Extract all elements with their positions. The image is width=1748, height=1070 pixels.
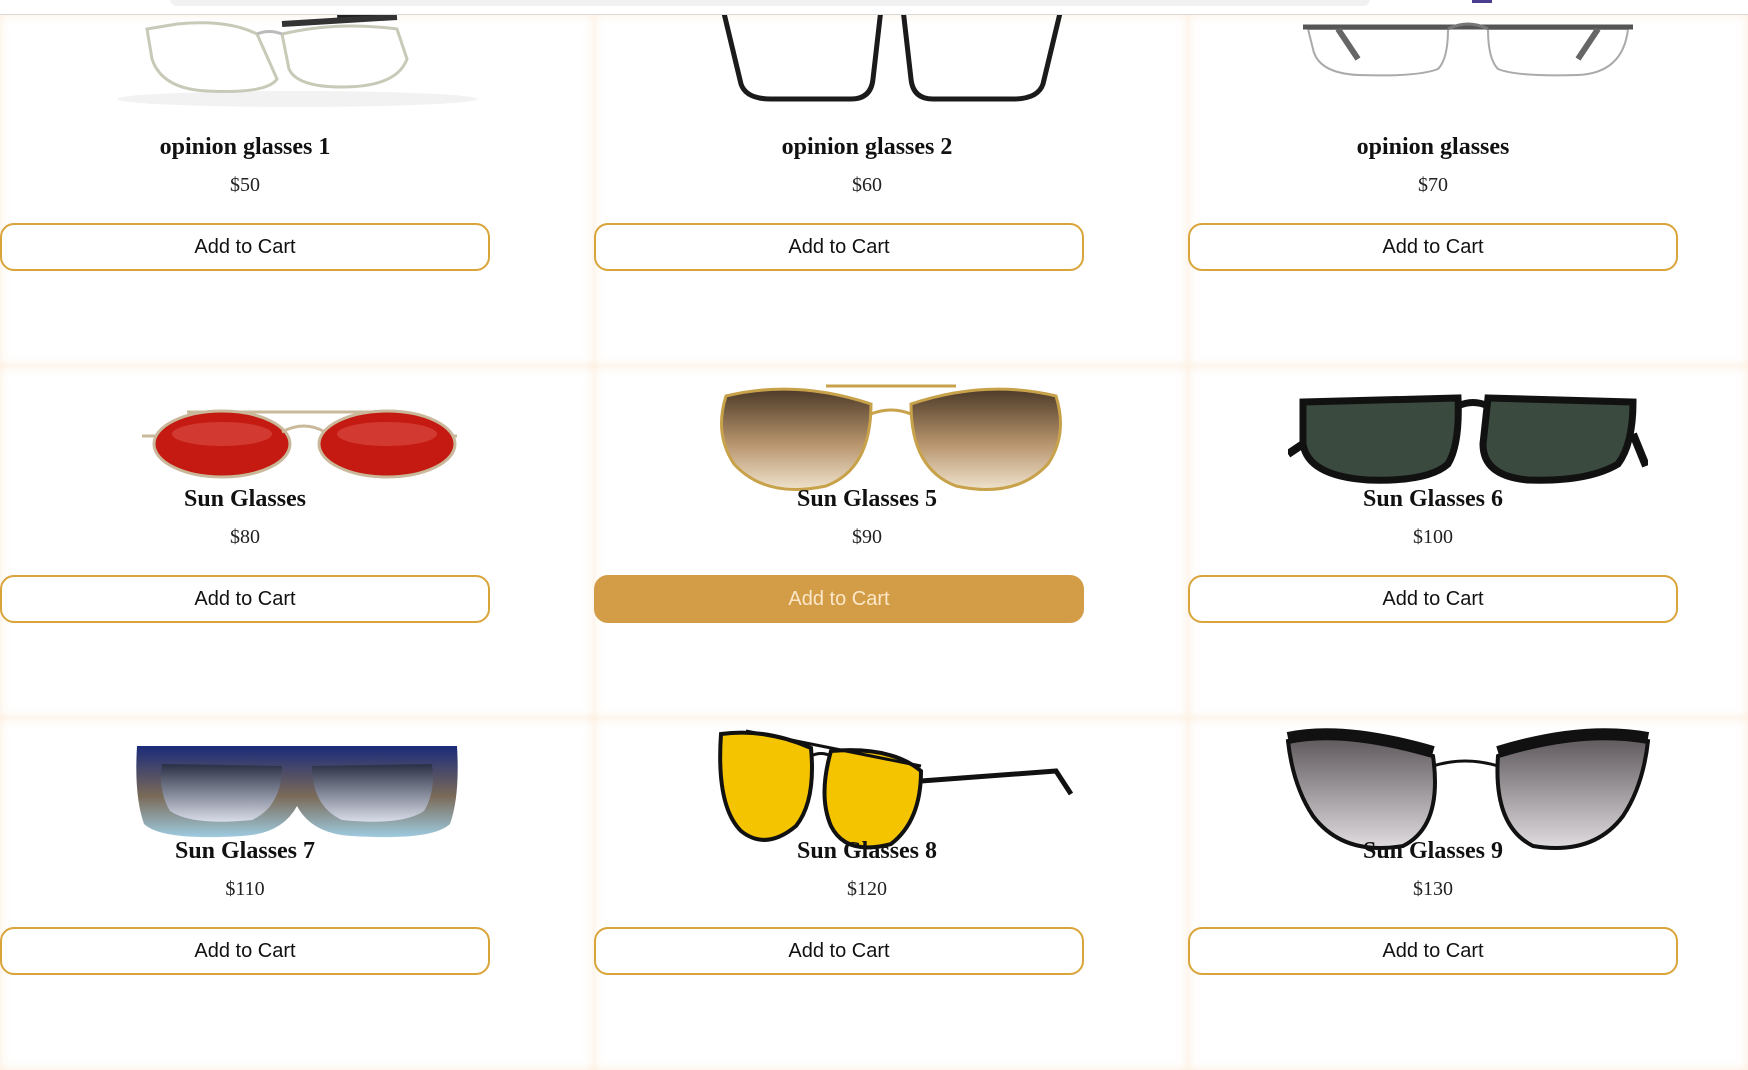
product-price: $130: [1413, 878, 1453, 900]
product-name: opinion glasses: [1356, 134, 1510, 160]
product-name: Sun Glasses 6: [1362, 486, 1504, 512]
product-price: $90: [852, 526, 882, 548]
product-price: $110: [225, 878, 265, 900]
product-name: opinion glasses 2: [781, 134, 953, 160]
eyeglasses-black-icon[interactable]: [594, 0, 1188, 114]
add-to-cart-button[interactable]: Add to Cart: [594, 927, 1084, 975]
add-to-cart-button[interactable]: Add to Cart: [0, 927, 490, 975]
product-grid: opinion glasses 1 $50 Add to Cart opinio…: [0, 0, 1748, 1070]
product-name: Sun Glasses 9: [1362, 838, 1504, 864]
product-name: Sun Glasses 5: [796, 486, 938, 512]
product-price: $70: [1418, 174, 1448, 196]
product-card: Sun Glasses 7 $110 Add to Cart: [0, 718, 594, 1070]
product-card: opinion glasses $70 Add to Cart: [1188, 14, 1748, 366]
product-card: opinion glasses 2 $60 Add to Cart: [594, 7, 1188, 366]
product-price: $100: [1413, 526, 1453, 548]
product-name: opinion glasses 1: [159, 134, 331, 160]
product-price: $120: [847, 878, 887, 900]
product-name: Sun Glasses 8: [796, 838, 938, 864]
add-to-cart-button[interactable]: Add to Cart: [1188, 223, 1678, 271]
eyeglasses-silver-black-icon[interactable]: [0, 0, 594, 114]
product-name: Sun Glasses: [183, 486, 307, 512]
product-price: $50: [230, 174, 260, 196]
product-card: Sun Glasses $80 Add to Cart: [0, 366, 594, 718]
toolbar-indicator: [1472, 0, 1492, 3]
eyeglasses-rimless-icon[interactable]: [1188, 0, 1748, 114]
add-to-cart-button[interactable]: Add to Cart: [0, 223, 490, 271]
browser-top-bar: [0, 0, 1748, 15]
add-to-cart-button[interactable]: Add to Cart: [1188, 575, 1678, 623]
product-card: Sun Glasses 6 $100 Add to Cart: [1188, 366, 1748, 718]
add-to-cart-button[interactable]: Add to Cart: [0, 575, 490, 623]
product-price: $60: [852, 174, 882, 196]
add-to-cart-button[interactable]: Add to Cart: [594, 223, 1084, 271]
product-name: Sun Glasses 7: [174, 838, 316, 864]
address-bar-edge: [170, 0, 1370, 6]
add-to-cart-button[interactable]: Add to Cart: [594, 575, 1084, 623]
product-card: Sun Glasses 8 $120 Add to Cart: [594, 718, 1188, 1070]
add-to-cart-button[interactable]: Add to Cart: [1188, 927, 1678, 975]
product-card: opinion glasses 1 $50 Add to Cart: [0, 0, 594, 366]
product-card: Sun Glasses 9 $130 Add to Cart: [1188, 718, 1748, 1070]
product-price: $80: [230, 526, 260, 548]
product-card: Sun Glasses 5 $90 Add to Cart: [594, 366, 1188, 718]
